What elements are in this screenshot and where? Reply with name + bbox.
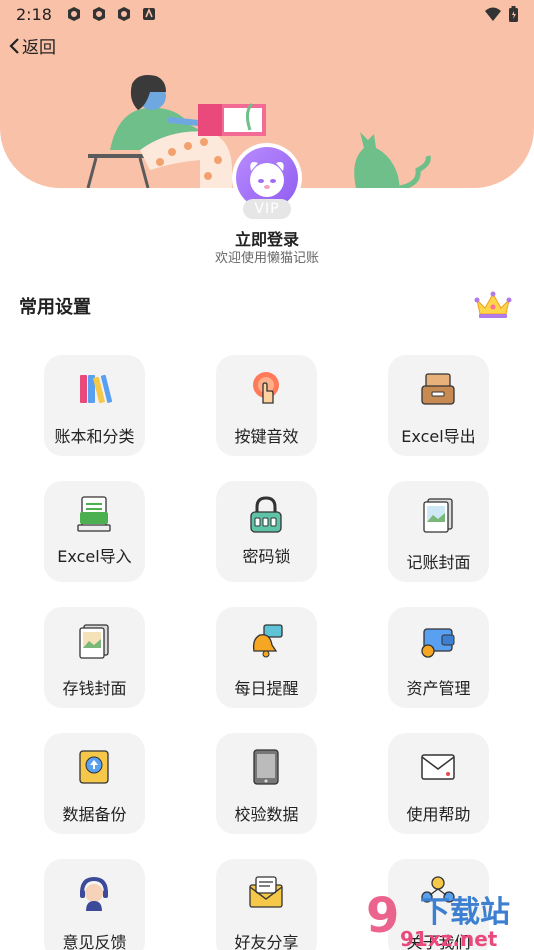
envelope-help-icon (421, 754, 455, 780)
welcome-text: 欢迎使用懒猫记账 (214, 251, 319, 266)
tile-excel-import[interactable]: Excel导入 (44, 481, 145, 582)
wallet-icon (421, 628, 455, 658)
watermark-logo: 9 下载站 91xz.net (366, 888, 510, 950)
photo-cover-icon (423, 498, 453, 533)
tile-label: 使用帮助 (406, 805, 471, 824)
export-drawer-icon (421, 373, 455, 405)
tile-savings-cover[interactable]: 存钱封面 (44, 607, 145, 708)
xls-import-icon (77, 496, 111, 532)
tile-share-friends[interactable]: 好友分享 (216, 859, 317, 950)
tile-label: Excel导入 (57, 547, 132, 566)
tile-label: 意见反馈 (62, 933, 127, 950)
tile-excel-export[interactable]: Excel导出 (388, 355, 489, 456)
wifi-icon (485, 7, 501, 21)
tile-label: 数据备份 (62, 805, 127, 824)
tile-label: 按键音效 (234, 427, 299, 446)
settings-notification-icon (117, 7, 130, 21)
keyboard-notification-icon (142, 7, 155, 20)
share-mail-icon (249, 876, 283, 908)
tile-ledger-cover[interactable]: 记账封面 (388, 481, 489, 582)
tablet-check-icon (253, 749, 279, 785)
tile-label: 密码锁 (242, 547, 291, 566)
tile-ledger-category[interactable]: 账本和分类 (44, 355, 145, 456)
headset-support-icon (80, 876, 108, 911)
crown-icon[interactable] (474, 290, 512, 320)
avatar-button[interactable]: VIP (232, 143, 302, 219)
tile-label: 资产管理 (406, 679, 471, 698)
tile-feedback[interactable]: 意见反馈 (44, 859, 145, 950)
section-title: 常用设置 (19, 297, 91, 318)
tile-help[interactable]: 使用帮助 (388, 733, 489, 834)
svg-text:9: 9 (366, 888, 399, 944)
tile-daily-reminder[interactable]: 每日提醒 (216, 607, 317, 708)
tile-asset-management[interactable]: 资产管理 (388, 607, 489, 708)
settings-notification-icon (92, 7, 105, 21)
books-icon (80, 374, 113, 404)
backup-upload-icon (79, 750, 109, 784)
savings-cover-icon (79, 624, 109, 659)
tile-label: 存钱封面 (62, 679, 127, 698)
padlock-icon (250, 496, 282, 533)
watermark-main: 下载站 (420, 895, 510, 930)
back-label: 返回 (22, 38, 56, 58)
tile-label: 账本和分类 (54, 427, 135, 446)
status-bar: 2:18 (0, 0, 534, 28)
watermark-sub: 91xz.net (400, 927, 498, 950)
tile-label: 校验数据 (234, 805, 299, 824)
tile-label: Excel导出 (401, 427, 476, 446)
vip-badge: VIP (243, 199, 291, 219)
back-button[interactable]: 返回 (8, 33, 56, 58)
tile-password-lock[interactable]: 密码锁 (216, 481, 317, 582)
chevron-left-icon (9, 37, 19, 54)
tile-label: 每日提醒 (234, 679, 299, 698)
tile-data-backup[interactable]: 数据备份 (44, 733, 145, 834)
status-time: 2:18 (16, 4, 52, 24)
settings-notification-icon (67, 7, 80, 21)
bell-reminder-icon (252, 624, 283, 658)
tile-verify-data[interactable]: 校验数据 (216, 733, 317, 834)
battery-icon (509, 6, 518, 22)
tile-label: 好友分享 (234, 933, 299, 950)
tile-key-sound[interactable]: 按键音效 (216, 355, 317, 456)
screen: 2:18 返回 VIP 立即登录 欢迎使用懒猫记账 常用设置 账本和分类 按键音… (0, 0, 534, 950)
tile-label: 记账封面 (406, 553, 471, 572)
tap-sound-icon (253, 372, 279, 404)
